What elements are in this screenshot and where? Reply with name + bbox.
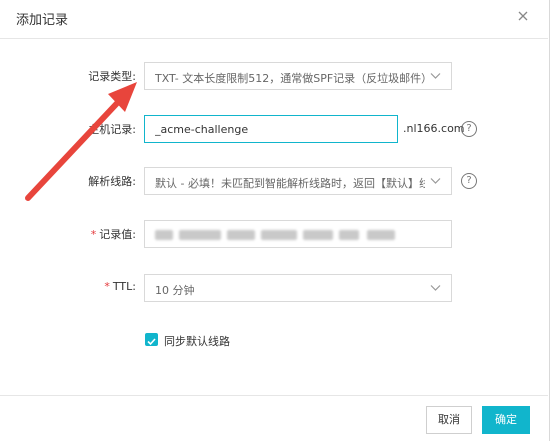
sync-default-label[interactable]: 同步默认线路	[164, 333, 230, 349]
dialog-footer: 取消 确定	[0, 395, 548, 441]
ttl-row: * TTL: 10 分钟	[0, 274, 548, 302]
add-record-dialog: 添加记录 记录类型: TXT- 文本长度限制512，通常做SPF记录（反垃圾邮件…	[0, 0, 550, 441]
chevron-down-icon	[430, 178, 441, 184]
ttl-value: 10 分钟	[155, 284, 195, 297]
ttl-label: * TTL:	[104, 280, 136, 293]
record-value-field[interactable]	[144, 220, 452, 248]
chevron-down-icon	[430, 73, 441, 79]
host-record-field[interactable]	[144, 115, 398, 143]
host-record-input[interactable]	[145, 116, 397, 142]
host-record-label: 主机记录:	[88, 123, 136, 136]
host-record-row: 主机记录: .nl166.com ?	[0, 115, 548, 143]
ttl-select[interactable]: 10 分钟	[144, 274, 452, 302]
dialog-title: 添加记录	[16, 13, 69, 28]
dialog-header: 添加记录	[0, 0, 548, 39]
record-type-select[interactable]: TXT- 文本长度限制512，通常做SPF记录（反垃圾邮件）	[144, 62, 452, 90]
record-type-value: TXT- 文本长度限制512，通常做SPF记录（反垃圾邮件）	[155, 72, 425, 85]
resolve-line-select[interactable]: 默认 - 必填！未匹配到智能解析线路时，返回【默认】线路...	[144, 167, 452, 195]
sync-default-checkbox[interactable]	[145, 333, 158, 346]
help-icon[interactable]: ?	[461, 121, 477, 137]
record-value-label: * 记录值:	[90, 228, 136, 241]
resolve-line-label: 解析线路:	[88, 175, 136, 188]
resolve-line-value: 默认 - 必填！未匹配到智能解析线路时，返回【默认】线路...	[155, 177, 425, 190]
help-icon[interactable]: ?	[461, 173, 477, 189]
record-value-row: * 记录值:	[0, 220, 548, 248]
required-mark: *	[104, 280, 110, 293]
record-type-label: 记录类型:	[88, 70, 136, 83]
required-mark: *	[90, 228, 97, 241]
confirm-button[interactable]: 确定	[482, 406, 530, 434]
close-icon[interactable]	[516, 9, 530, 23]
blurred-record-value	[155, 230, 395, 240]
cancel-button[interactable]: 取消	[426, 406, 472, 434]
record-type-row: 记录类型: TXT- 文本长度限制512，通常做SPF记录（反垃圾邮件）	[0, 62, 548, 90]
resolve-line-row: 解析线路: 默认 - 必填！未匹配到智能解析线路时，返回【默认】线路... ?	[0, 167, 548, 195]
chevron-down-icon	[430, 285, 441, 291]
check-icon	[147, 338, 156, 346]
domain-suffix: .nl166.com	[403, 122, 465, 135]
